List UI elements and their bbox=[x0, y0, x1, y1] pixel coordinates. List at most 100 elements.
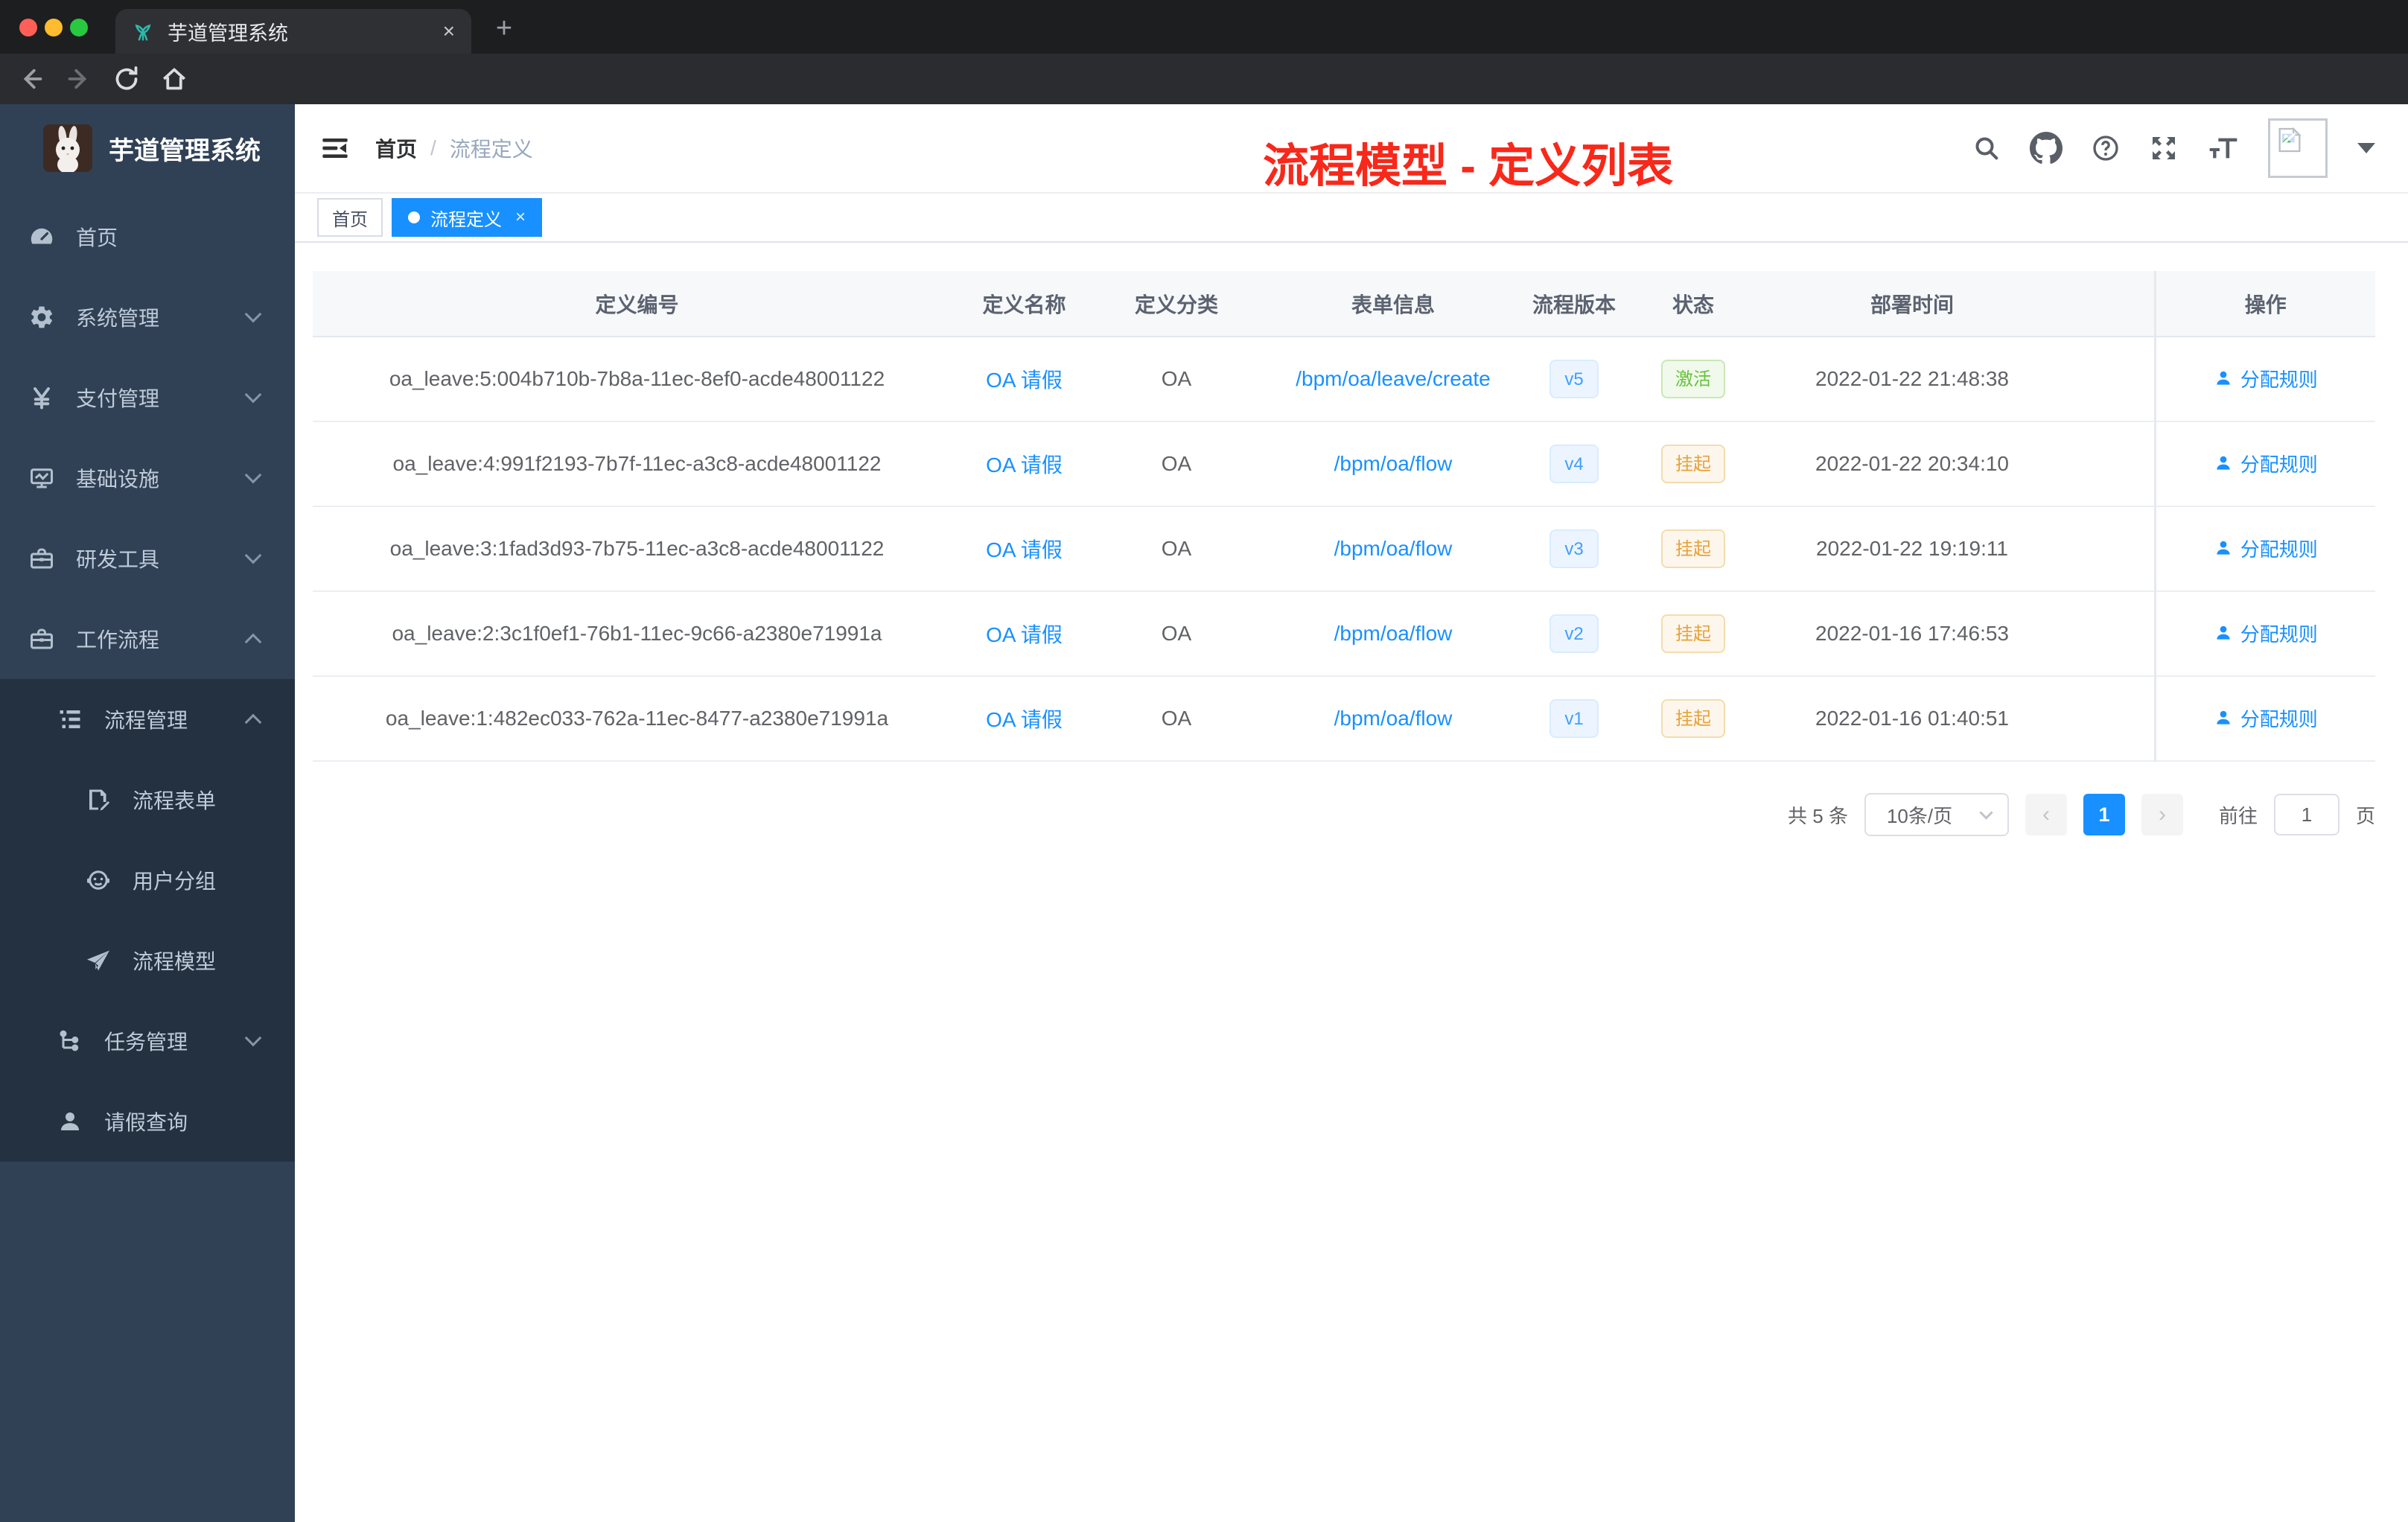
main-panel: 流程模型 - 定义列表 首页 / 流程定义 首页 流程定义 × 定义编号 定义名… bbox=[295, 104, 2408, 1522]
sidebar-item-label: 工作流程 bbox=[76, 628, 160, 652]
header-definition-category: 定义分类 bbox=[1087, 271, 1266, 337]
forward-icon[interactable] bbox=[64, 64, 94, 94]
definition-name-link[interactable]: OA 请假 bbox=[986, 708, 1063, 731]
hamburger-icon[interactable] bbox=[320, 133, 350, 163]
definition-name-link[interactable]: OA 请假 bbox=[986, 623, 1063, 646]
github-icon[interactable] bbox=[2030, 132, 2063, 165]
fullscreen-icon[interactable] bbox=[2149, 133, 2179, 163]
cell-definition-id: oa_leave:3:1fad3d93-7b75-11ec-a3c8-acde4… bbox=[313, 506, 961, 592]
avatar[interactable] bbox=[2268, 118, 2328, 178]
reload-icon[interactable] bbox=[112, 64, 141, 94]
goto-label: 前往 bbox=[2218, 804, 2258, 827]
current-page-button[interactable]: 1 bbox=[2083, 794, 2125, 835]
form-link[interactable]: /bpm/oa/leave/create bbox=[1296, 367, 1491, 390]
sidebar-item-user-group[interactable]: 用户分组 bbox=[0, 840, 295, 920]
back-icon[interactable] bbox=[16, 64, 46, 94]
assign-rule-button[interactable]: 分配规则 bbox=[2214, 535, 2318, 562]
tab-close-icon[interactable]: × bbox=[443, 19, 455, 43]
favicon-plant-icon bbox=[132, 20, 154, 42]
sidebar-item-system[interactable]: 系统管理 bbox=[0, 277, 295, 357]
header-form-info: 表单信息 bbox=[1266, 271, 1520, 337]
sidebar-item-label: 流程表单 bbox=[133, 789, 217, 812]
sidebar-item-devtools[interactable]: 研发工具 bbox=[0, 518, 295, 599]
form-link[interactable]: /bpm/oa/flow bbox=[1334, 622, 1453, 645]
sidebar-item-label: 基础设施 bbox=[76, 468, 160, 491]
chevron-down-icon bbox=[244, 386, 262, 404]
definition-name-link[interactable]: OA 请假 bbox=[986, 538, 1063, 561]
sidebar-menu: 首页 系统管理 支付管理 基础设施 研发工具 工作流程 流程管理 流程表单 用户… bbox=[0, 192, 295, 1162]
prev-page-button[interactable]: ‹ bbox=[2025, 794, 2067, 835]
page-size-select[interactable]: 10条/页 bbox=[1864, 793, 2009, 836]
sidebar-item-pay[interactable]: 支付管理 bbox=[0, 357, 295, 438]
sidebar-item-label: 研发工具 bbox=[76, 548, 160, 571]
version-badge[interactable]: v5 bbox=[1549, 360, 1599, 398]
sidebar-item-label: 用户分组 bbox=[133, 870, 217, 893]
tag-home[interactable]: 首页 bbox=[317, 198, 383, 237]
cell-category: OA bbox=[1087, 337, 1266, 422]
form-link[interactable]: /bpm/oa/flow bbox=[1334, 707, 1453, 730]
sidebar-item-process-model[interactable]: 流程模型 bbox=[0, 920, 295, 1001]
assign-rule-button[interactable]: 分配规则 bbox=[2214, 620, 2318, 647]
header-deploy-time: 部署时间 bbox=[1759, 271, 2065, 337]
tag-process-definition[interactable]: 流程定义 × bbox=[392, 198, 543, 237]
next-page-button[interactable]: › bbox=[2141, 794, 2183, 835]
sidebar-item-home[interactable]: 首页 bbox=[0, 197, 295, 277]
sidebar-item-workflow[interactable]: 工作流程 bbox=[0, 599, 295, 679]
definition-name-link[interactable]: OA 请假 bbox=[986, 369, 1063, 392]
version-badge[interactable]: v2 bbox=[1549, 614, 1599, 653]
zoom-window-button[interactable] bbox=[70, 19, 88, 36]
annotation-title: 流程模型 - 定义列表 bbox=[1263, 141, 1674, 192]
sidebar-item-leave-query[interactable]: 请假查询 bbox=[0, 1081, 295, 1162]
user-icon bbox=[2217, 626, 2230, 640]
sidebar-item-label: 系统管理 bbox=[76, 307, 160, 330]
tag-home-label: 首页 bbox=[332, 209, 368, 230]
close-window-button[interactable] bbox=[19, 19, 37, 36]
breadcrumb-home[interactable]: 首页 bbox=[375, 133, 417, 163]
breadcrumb-separator: / bbox=[430, 136, 436, 159]
font-size-icon[interactable] bbox=[2207, 133, 2240, 163]
chevron-up-icon bbox=[244, 713, 262, 731]
sidebar-item-task-mgmt[interactable]: 任务管理 bbox=[0, 1001, 295, 1081]
page-size-value: 10条/页 bbox=[1886, 804, 1953, 827]
tag-active-label: 流程定义 bbox=[430, 209, 502, 230]
avatar-dropdown-caret-icon[interactable] bbox=[2357, 143, 2375, 153]
sidebar-logo[interactable]: 芋道管理系统 bbox=[0, 104, 295, 192]
window-controls[interactable] bbox=[19, 19, 88, 36]
version-badge[interactable]: v3 bbox=[1549, 529, 1599, 568]
browser-tab[interactable]: 芋道管理系统 × bbox=[115, 9, 471, 54]
cell-definition-id: oa_leave:1:482ec033-762a-11ec-8477-a2380… bbox=[313, 676, 961, 762]
sidebar-item-label: 流程管理 bbox=[104, 709, 188, 732]
home-icon[interactable] bbox=[159, 64, 189, 94]
assign-rule-button[interactable]: 分配规则 bbox=[2214, 704, 2318, 732]
form-link[interactable]: /bpm/oa/flow bbox=[1334, 537, 1453, 560]
search-icon[interactable] bbox=[1972, 133, 2001, 163]
browser-toolbar: 不安全 | dashboard.yudao.iocoder.cn/bpm/man… bbox=[0, 54, 2408, 153]
status-badge: 挂起 bbox=[1661, 445, 1725, 483]
sidebar-item-label: 支付管理 bbox=[76, 387, 160, 410]
paper-plane-icon bbox=[85, 947, 112, 974]
list-tree-icon bbox=[57, 706, 83, 733]
table-row: oa_leave:4:991f2193-7b7f-11ec-a3c8-acde4… bbox=[313, 421, 2375, 507]
cell-definition-id: oa_leave:2:3c1f0ef1-76b1-11ec-9c66-a2380… bbox=[313, 591, 961, 677]
cell-definition-id: oa_leave:4:991f2193-7b7f-11ec-a3c8-acde4… bbox=[313, 421, 961, 507]
tag-close-icon[interactable]: × bbox=[515, 207, 526, 228]
new-tab-button[interactable]: + bbox=[488, 13, 520, 46]
version-badge[interactable]: v4 bbox=[1549, 445, 1599, 483]
breadcrumb: 首页 / 流程定义 bbox=[375, 133, 533, 163]
definition-name-link[interactable]: OA 请假 bbox=[986, 453, 1063, 477]
sidebar-item-process-form[interactable]: 流程表单 bbox=[0, 760, 295, 840]
goto-page-input[interactable] bbox=[2273, 794, 2339, 835]
user-icon bbox=[2217, 711, 2230, 725]
sidebar-item-process-mgmt[interactable]: 流程管理 bbox=[0, 679, 295, 760]
cell-category: OA bbox=[1087, 421, 1266, 507]
sidebar-item-infra[interactable]: 基础设施 bbox=[0, 438, 295, 518]
help-icon[interactable] bbox=[2091, 133, 2121, 163]
assign-rule-button[interactable]: 分配规则 bbox=[2214, 450, 2318, 477]
assign-rule-button[interactable]: 分配规则 bbox=[2214, 365, 2318, 392]
form-link[interactable]: /bpm/oa/flow bbox=[1334, 452, 1453, 475]
status-badge: 挂起 bbox=[1661, 614, 1725, 653]
minimize-window-button[interactable] bbox=[45, 19, 63, 36]
dashboard-icon bbox=[28, 223, 55, 250]
workflow-submenu: 流程管理 流程表单 用户分组 流程模型 任务管理 请假查询 bbox=[0, 679, 295, 1162]
version-badge[interactable]: v1 bbox=[1549, 699, 1599, 738]
